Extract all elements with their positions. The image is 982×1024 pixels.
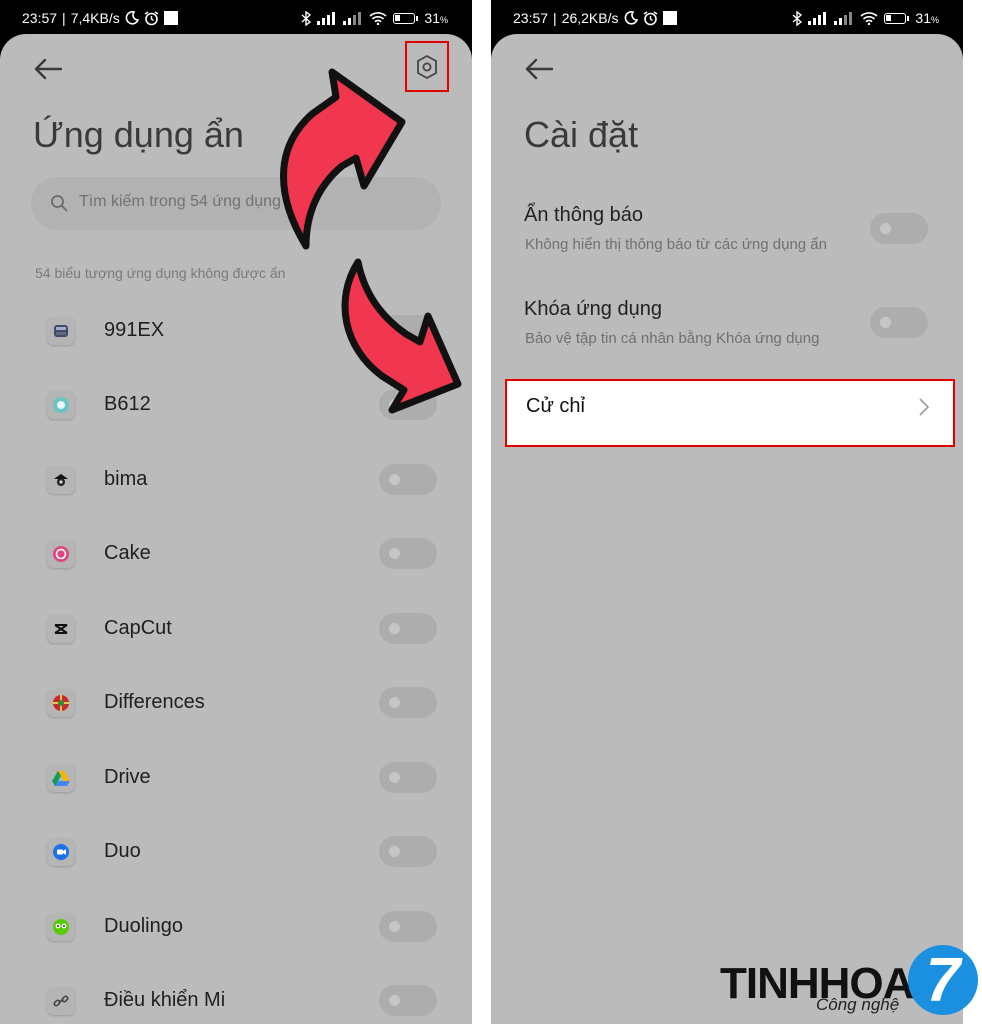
settings-button[interactable] (405, 41, 449, 92)
settings-screen: Cài đặt Ẩn thông báo Không hiển thị thôn… (491, 34, 963, 1024)
page-title: Ứng dụng ẩn (33, 114, 244, 155)
notification-square-icon (163, 11, 178, 25)
left-phone-screenshot: 23:57 | 7,4KB/s 31% Ứng dụng ẩn Tìm kiếm… (0, 0, 472, 1024)
signal-1-icon (317, 11, 336, 25)
network-speed: 7,4KB/s (70, 10, 120, 26)
chevron-right-icon (919, 398, 929, 416)
app-name: Điều khiển Mi (104, 989, 226, 1011)
app-row-capcut[interactable]: CapCut (0, 592, 472, 666)
hide-toggle[interactable] (379, 315, 437, 346)
app-name: bima (104, 468, 148, 490)
moon-icon (125, 11, 139, 25)
drive-icon (47, 764, 75, 792)
app-name: Drive (104, 766, 151, 788)
battery-icon (884, 12, 910, 24)
cake-icon (47, 540, 75, 568)
camera-icon (47, 391, 75, 419)
calculator-icon (47, 317, 75, 345)
page-title: Cài đặt (524, 114, 639, 155)
app-name: 991EX (104, 319, 165, 341)
signal-1-icon (808, 11, 827, 25)
hide-toggle[interactable] (379, 464, 437, 495)
notification-square-icon (662, 11, 677, 25)
app-name: Duo (104, 840, 141, 862)
logo-badge: 7 (908, 945, 978, 1015)
hide-toggle[interactable] (379, 538, 437, 569)
setting-title: Khóa ứng dụng (524, 298, 662, 320)
back-arrow-icon[interactable] (34, 58, 62, 80)
logo-subtext: Công nghệ (816, 995, 900, 1014)
moon-icon (624, 11, 638, 25)
search-bar[interactable] (31, 177, 441, 230)
app-name: B612 (104, 393, 151, 415)
hide-toggle[interactable] (379, 911, 437, 942)
app-name: Differences (104, 691, 205, 713)
hide-toggle[interactable] (379, 836, 437, 867)
back-arrow-icon[interactable] (525, 58, 553, 80)
app-row-bima[interactable]: bima (0, 443, 472, 517)
signal-2-icon (834, 11, 853, 25)
signal-2-icon (343, 11, 362, 25)
app-row-991ex[interactable]: 991EX (0, 294, 472, 368)
hide-toggle[interactable] (379, 389, 437, 420)
status-bar: 23:57 | 7,4KB/s 31% (22, 10, 448, 26)
app-row-duolingo[interactable]: Duolingo (0, 890, 472, 964)
setting-title: Ẩn thông báo (524, 204, 643, 226)
link-icon (47, 987, 75, 1015)
setting-subtitle: Không hiển thị thông báo từ các ứng dụng… (525, 236, 827, 253)
gesture-setting-row[interactable]: Cử chỉ (505, 379, 955, 447)
settings-hexagon-icon (417, 54, 437, 79)
app-lock-toggle[interactable] (870, 307, 928, 338)
differences-icon (47, 689, 75, 717)
app-row-b612[interactable]: B612 (0, 368, 472, 442)
capcut-icon (47, 615, 75, 643)
app-name: Duolingo (104, 915, 183, 937)
app-name: Cake (104, 542, 151, 564)
hide-toggle[interactable] (379, 613, 437, 644)
bima-icon (47, 466, 75, 494)
alarm-icon (144, 10, 159, 25)
status-time: 23:57 (513, 10, 549, 26)
hide-toggle[interactable] (379, 687, 437, 718)
hidden-apps-screen: Ứng dụng ẩn 54 biểu tượng ứng dụng không… (0, 34, 472, 1024)
section-label: 54 biểu tượng ứng dụng không được ẩn (35, 265, 286, 281)
app-name: CapCut (104, 617, 172, 639)
status-bar: 23:57 | 26,2KB/s 31% (513, 10, 939, 26)
app-row-drive[interactable]: Drive (0, 741, 472, 815)
network-speed: 26,2KB/s (561, 10, 619, 26)
video-icon (47, 838, 75, 866)
bluetooth-icon (301, 10, 312, 26)
battery-percent: 31 (915, 10, 931, 26)
hide-toggle[interactable] (379, 985, 437, 1016)
search-icon (51, 195, 68, 212)
app-row-duo[interactable]: Duo (0, 815, 472, 889)
owl-icon (47, 913, 75, 941)
gesture-label: Cử chỉ (526, 395, 585, 417)
app-row-differences[interactable]: Differences (0, 666, 472, 740)
app-row-mi-remote[interactable]: Điều khiển Mi (0, 964, 472, 1024)
app-row-cake[interactable]: Cake (0, 517, 472, 591)
tinhhoa-logo: TINHHOA Công nghệ 7 (716, 943, 982, 1024)
right-phone-screenshot: 23:57 | 26,2KB/s 31% Cài đặt Ẩn thông bá… (491, 0, 963, 1024)
battery-percent: 31 (424, 10, 440, 26)
battery-icon (393, 12, 419, 24)
wifi-icon (369, 12, 387, 25)
hide-notifications-toggle[interactable] (870, 213, 928, 244)
alarm-icon (643, 10, 657, 25)
wifi-icon (860, 12, 878, 25)
setting-subtitle: Bảo vệ tập tin cá nhân bằng Khóa ứng dụn… (525, 330, 820, 347)
status-time: 23:57 (22, 10, 58, 26)
search-input[interactable] (79, 193, 429, 211)
bluetooth-icon (792, 10, 803, 26)
hide-toggle[interactable] (379, 762, 437, 793)
